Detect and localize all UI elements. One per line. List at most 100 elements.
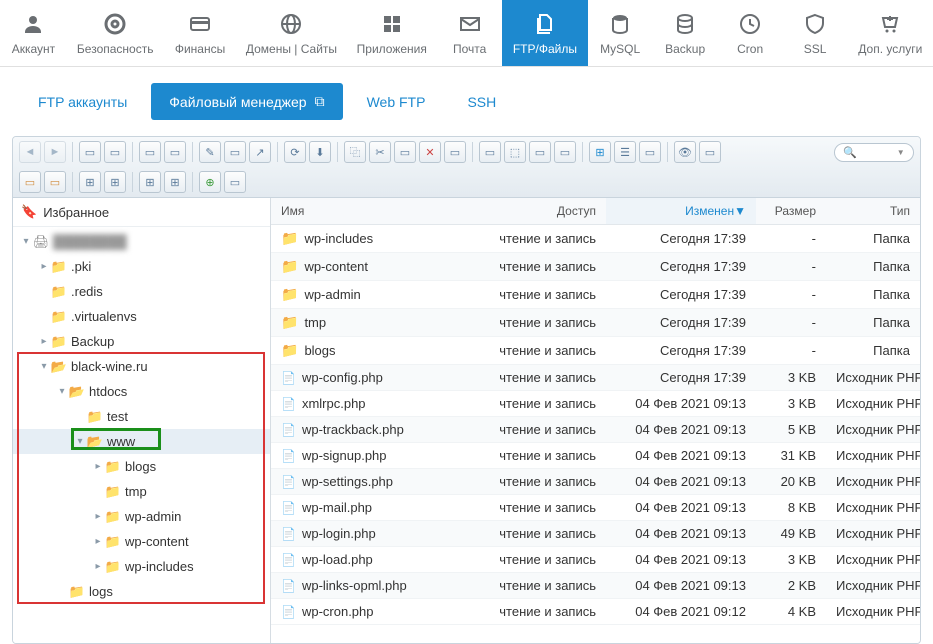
tree-node[interactable]: ▸📁Backup: [13, 329, 270, 354]
toolbar-button[interactable]: ▭: [699, 141, 721, 163]
column-modified[interactable]: Изменен▼: [606, 198, 756, 225]
topnav-shield[interactable]: SSL: [783, 0, 848, 66]
toolbar-button[interactable]: ▭: [224, 141, 246, 163]
favorites-header[interactable]: 🔖 Избранное: [13, 198, 270, 227]
search-box[interactable]: 🔍 ▼: [834, 143, 914, 162]
tree-node[interactable]: ▾📂htdocs: [13, 379, 270, 404]
column-type[interactable]: Тип: [826, 198, 920, 225]
expander-icon[interactable]: ▸: [91, 461, 105, 472]
column-size[interactable]: Размер: [756, 198, 826, 225]
toolbar-button[interactable]: ▭: [479, 141, 501, 163]
topnav-mail[interactable]: Почта: [437, 0, 502, 66]
table-row[interactable]: 📄wp-trackback.phpчтение и запись04 Фев 2…: [271, 417, 920, 443]
cut-button[interactable]: ✂: [369, 141, 391, 163]
expander-icon[interactable]: ▾: [73, 436, 87, 447]
file-access: чтение и запись: [466, 495, 606, 521]
table-row[interactable]: 📄wp-signup.phpчтение и запись04 Фев 2021…: [271, 443, 920, 469]
table-row[interactable]: 📄wp-links-opml.phpчтение и запись04 Фев …: [271, 573, 920, 599]
table-row[interactable]: 📄wp-settings.phpчтение и запись04 Фев 20…: [271, 469, 920, 495]
topnav-apps[interactable]: Приложения: [346, 0, 437, 66]
toolbar-button[interactable]: ▭: [79, 141, 101, 163]
tree-node[interactable]: 📁test: [13, 404, 270, 429]
expander-icon[interactable]: ▾: [37, 361, 51, 372]
tree-node[interactable]: ▾🖨████████: [13, 229, 270, 254]
expander-icon[interactable]: ▸: [91, 511, 105, 522]
topnav-user[interactable]: Аккаунт: [0, 0, 67, 66]
expander-icon[interactable]: ▾: [55, 386, 69, 397]
table-row[interactable]: 📁wp-contentчтение и записьСегодня 17:39-…: [271, 253, 920, 281]
tree-node[interactable]: ▸📁wp-includes: [13, 554, 270, 579]
toolbar-button[interactable]: ⊞: [104, 171, 126, 193]
column-access[interactable]: Доступ: [466, 198, 606, 225]
tree-node[interactable]: 📁tmp: [13, 479, 270, 504]
topnav-cart[interactable]: Доп. услуги: [848, 0, 933, 66]
tree-node[interactable]: ▾📂www: [13, 429, 270, 454]
toolbar-button[interactable]: ▭: [224, 171, 246, 193]
table-row[interactable]: 📄xmlrpc.phpчтение и запись04 Фев 2021 09…: [271, 391, 920, 417]
toolbar-button[interactable]: ▭: [19, 171, 41, 193]
tree-node[interactable]: ▾📂black-wine.ru: [13, 354, 270, 379]
database-icon: [608, 10, 632, 38]
toolbar-button[interactable]: ▭: [554, 141, 576, 163]
toolbar-button[interactable]: ▭: [139, 141, 161, 163]
tree-node[interactable]: 📁.virtualenvs: [13, 304, 270, 329]
topnav-database[interactable]: MySQL: [588, 0, 653, 66]
view-button[interactable]: ▭: [639, 141, 661, 163]
topnav-backup[interactable]: Backup: [653, 0, 718, 66]
table-row[interactable]: 📄wp-load.phpчтение и запись04 Фев 2021 0…: [271, 547, 920, 573]
preview-button[interactable]: 👁: [674, 141, 696, 163]
tree-node[interactable]: ▸📁.pki: [13, 254, 270, 279]
toolbar-button[interactable]: ▭: [164, 141, 186, 163]
toolbar-button[interactable]: ⊕: [199, 171, 221, 193]
search-input[interactable]: [857, 146, 897, 158]
expander-icon[interactable]: ▸: [37, 336, 51, 347]
expander-icon[interactable]: ▸: [91, 536, 105, 547]
table-row[interactable]: 📄wp-login.phpчтение и запись04 Фев 2021 …: [271, 521, 920, 547]
toolbar-button[interactable]: ⬚: [504, 141, 526, 163]
tree-node[interactable]: 📁logs: [13, 579, 270, 604]
view-grid-button[interactable]: ⊞: [589, 141, 611, 163]
refresh-button[interactable]: ⟳: [284, 141, 306, 163]
toolbar-button[interactable]: ▭: [104, 141, 126, 163]
toolbar-button[interactable]: ⊞: [79, 171, 101, 193]
paste-button[interactable]: ▭: [394, 141, 416, 163]
copy-button[interactable]: ⿻: [344, 141, 366, 163]
tree-node[interactable]: ▸📁blogs: [13, 454, 270, 479]
column-name[interactable]: Имя: [271, 198, 466, 225]
nav-back-button[interactable]: ◄: [19, 141, 41, 163]
table-row[interactable]: 📁wp-includesчтение и записьСегодня 17:39…: [271, 225, 920, 253]
expander-icon[interactable]: ▸: [91, 561, 105, 572]
nav-forward-button[interactable]: ►: [44, 141, 66, 163]
table-row[interactable]: 📄wp-mail.phpчтение и запись04 Фев 2021 0…: [271, 495, 920, 521]
toolbar-button[interactable]: ⬇: [309, 141, 331, 163]
tree-node[interactable]: 📁.redis: [13, 279, 270, 304]
topnav-card[interactable]: Финансы: [163, 0, 236, 66]
topnav-globe[interactable]: Домены | Сайты: [237, 0, 347, 66]
toolbar-button[interactable]: ↗: [249, 141, 271, 163]
search-dropdown-icon[interactable]: ▼: [897, 148, 905, 157]
tree-node[interactable]: ▸📁wp-content: [13, 529, 270, 554]
toolbar-button[interactable]: ⊞: [164, 171, 186, 193]
toolbar-button[interactable]: ▭: [444, 141, 466, 163]
table-row[interactable]: 📁wp-adminчтение и записьСегодня 17:39-Па…: [271, 281, 920, 309]
subnav-item[interactable]: SSH: [449, 84, 514, 120]
tree-node[interactable]: ▸📁wp-admin: [13, 504, 270, 529]
toolbar-button[interactable]: ⊞: [139, 171, 161, 193]
subnav-item[interactable]: Файловый менеджер ⧉: [151, 83, 342, 120]
subnav-item[interactable]: FTP аккаунты: [20, 84, 145, 120]
toolbar-button[interactable]: ▭: [44, 171, 66, 193]
table-row[interactable]: 📄wp-config.phpчтение и записьСегодня 17:…: [271, 365, 920, 391]
expander-icon[interactable]: ▾: [19, 236, 33, 247]
topnav-lifebuoy[interactable]: Безопасность: [67, 0, 164, 66]
delete-button[interactable]: ✕: [419, 141, 441, 163]
table-row[interactable]: 📁tmpчтение и записьСегодня 17:39-Папка: [271, 309, 920, 337]
table-row[interactable]: 📁blogsчтение и записьСегодня 17:39-Папка: [271, 337, 920, 365]
toolbar-button[interactable]: ✎: [199, 141, 221, 163]
topnav-clock[interactable]: Cron: [718, 0, 783, 66]
expander-icon[interactable]: ▸: [37, 261, 51, 272]
subnav-item[interactable]: Web FTP: [349, 84, 444, 120]
toolbar-button[interactable]: ▭: [529, 141, 551, 163]
topnav-files[interactable]: FTP/Файлы: [502, 0, 587, 66]
view-list-button[interactable]: ☰: [614, 141, 636, 163]
table-row[interactable]: 📄wp-cron.phpчтение и запись04 Фев 2021 0…: [271, 599, 920, 625]
